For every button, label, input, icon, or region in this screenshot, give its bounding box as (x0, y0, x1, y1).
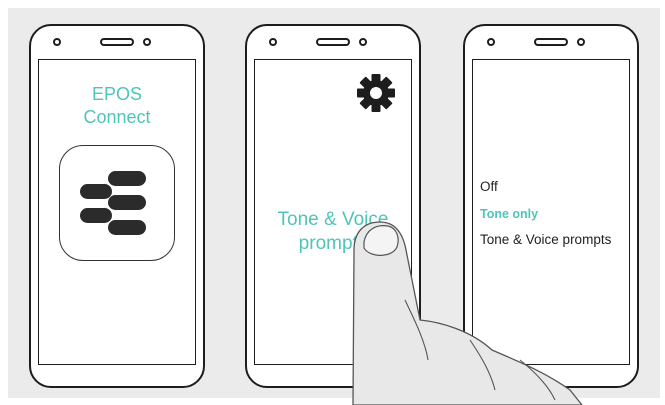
phone-1: EPOS Connect (29, 24, 205, 388)
sensor-icon (143, 38, 151, 46)
front-camera-icon (487, 38, 495, 46)
phone-3: Off Tone only Tone & Voice prompts (463, 24, 639, 388)
epos-connect-app-icon[interactable] (59, 145, 175, 261)
front-camera-icon (269, 38, 277, 46)
gear-icon[interactable] (356, 73, 396, 113)
illustration: EPOS Connect Tone & Voice prompts Off To… (0, 0, 665, 405)
epos-connect-logo-icon (80, 171, 146, 235)
sensor-icon (359, 38, 367, 46)
option-tone-only[interactable]: Tone only (480, 206, 538, 222)
option-tone-voice-prompts[interactable]: Tone & Voice prompts (480, 232, 611, 248)
tone-voice-prompts-item-line1[interactable]: Tone & Voice (255, 208, 411, 231)
phone-3-screen: Off Tone only Tone & Voice prompts (472, 59, 630, 365)
front-camera-icon (53, 38, 61, 46)
app-title-line1: EPOS (91, 84, 143, 104)
sensor-icon (577, 38, 585, 46)
tone-voice-prompts-item-line2[interactable]: prompts (255, 232, 411, 255)
phone-1-screen: EPOS Connect (38, 59, 196, 365)
phone-2-screen: Tone & Voice prompts (254, 59, 412, 365)
app-title-line2: Connect (83, 107, 151, 127)
option-off[interactable]: Off (480, 179, 498, 195)
speaker-grille (534, 38, 568, 46)
phone-2: Tone & Voice prompts (245, 24, 421, 388)
speaker-grille (316, 38, 350, 46)
speaker-grille (100, 38, 134, 46)
